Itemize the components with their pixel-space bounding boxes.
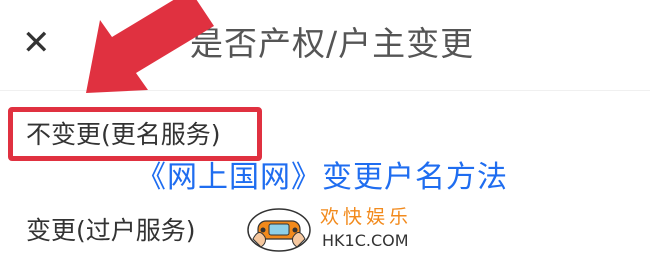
watermark-brand: 欢快娱乐: [320, 206, 413, 228]
overlay-caption: 《网上国网》变更户名方法: [136, 160, 508, 195]
pointer-arrow-shape: [86, 0, 214, 93]
gamepad-hands-icon: [247, 208, 311, 252]
watermark-domain: HK1C.COM: [322, 231, 409, 250]
